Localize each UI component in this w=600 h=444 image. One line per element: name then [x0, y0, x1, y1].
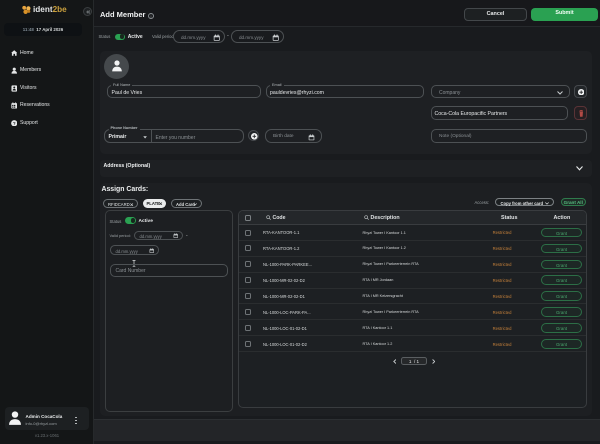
- svg-text:?: ?: [12, 120, 15, 125]
